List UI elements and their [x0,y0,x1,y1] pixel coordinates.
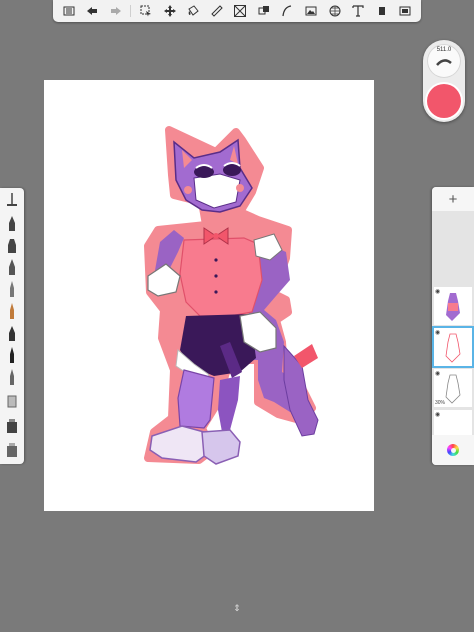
drawing-canvas[interactable] [44,80,374,511]
paint-brush-icon[interactable] [4,258,20,276]
felt-tip-brush-icon[interactable] [4,368,20,386]
pencil-brush-icon[interactable] [4,192,20,210]
undo-icon[interactable] [83,3,101,19]
color-picker-button[interactable] [427,84,461,118]
ruler-icon[interactable] [208,3,226,19]
brush-library-panel [0,188,24,464]
eye-icon[interactable]: ◉ [435,370,440,377]
color-wheel-button[interactable] [432,435,474,465]
brush-stroke-icon [436,59,452,66]
select-icon[interactable] [137,3,155,19]
eye-icon[interactable]: ◉ [435,288,440,295]
transform-icon[interactable] [161,3,179,19]
blender-brush-icon[interactable] [4,440,20,458]
character-artwork [144,126,319,465]
layers-panel: + ◉ ◉ ◉ 30% ◉ [432,187,474,465]
marker-brush-icon[interactable] [4,236,20,254]
brush-size-button[interactable]: 511.0 [427,44,461,78]
image-icon[interactable] [302,3,320,19]
perspective-icon[interactable] [326,3,344,19]
brush-puck: 511.0 [423,40,465,122]
airbrush-icon[interactable] [4,280,20,298]
chisel-brush-icon[interactable] [4,302,20,320]
smudge-brush-icon[interactable] [4,416,20,434]
bottom-handle-icon[interactable]: ⇕ [232,603,242,613]
layer-thumbnail[interactable]: ◉ [434,287,472,325]
symmetry-icon[interactable] [231,3,249,19]
color-wheel-icon [447,444,459,456]
brush-size-label: 511.0 [436,47,452,53]
layers-icon[interactable] [373,3,391,19]
toolbar-divider [130,5,132,17]
ink-brush-icon[interactable] [4,346,20,364]
gallery-icon[interactable] [60,3,78,19]
curve-icon[interactable] [278,3,296,19]
layer-thumbnail-selected[interactable]: ◉ [434,328,472,366]
window-icon[interactable] [396,3,414,19]
eye-icon[interactable]: ◉ [435,411,440,418]
style-icon[interactable] [255,3,273,19]
fill-icon[interactable] [184,3,202,19]
layer-thumbnail[interactable]: ◉ 30% [434,369,472,407]
add-layer-button[interactable]: + [432,187,474,211]
fine-liner-brush-icon[interactable] [4,324,20,342]
eye-icon[interactable]: ◉ [435,329,440,336]
top-toolbar [53,0,421,22]
text-icon[interactable] [349,3,367,19]
redo-icon[interactable] [107,3,125,19]
layer-opacity-label: 30% [435,400,446,406]
eraser-brush-icon[interactable] [4,390,20,408]
ballpoint-brush-icon[interactable] [4,214,20,232]
